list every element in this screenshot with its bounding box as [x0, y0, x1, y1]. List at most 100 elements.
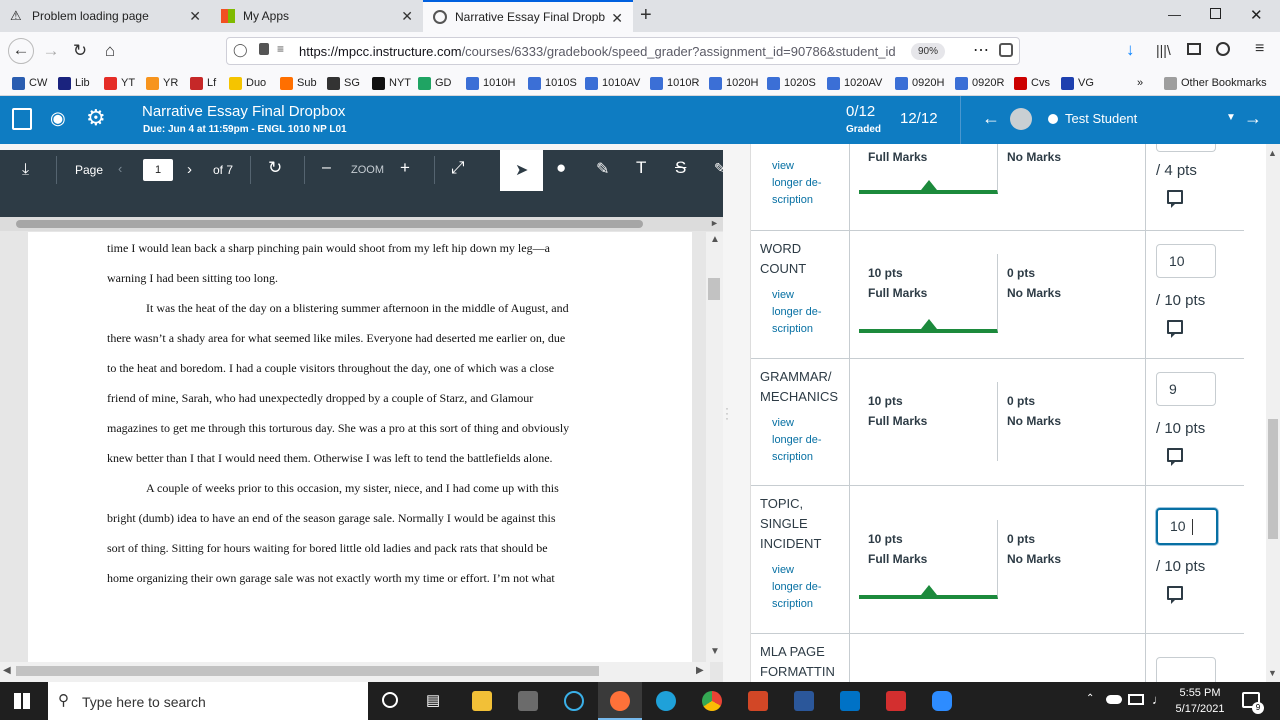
acrobat-icon[interactable] — [886, 691, 906, 711]
score-input[interactable] — [1156, 144, 1216, 152]
url-text[interactable]: https://mpcc.instructure.com/courses/633… — [299, 44, 899, 59]
select-tool-button[interactable]: ➤ — [500, 150, 543, 191]
comment-icon[interactable] — [1167, 190, 1183, 208]
url-bar[interactable]: ◯ ≡ https://mpcc.instructure.com/courses… — [226, 37, 1020, 65]
bookmark-item[interactable]: 1010R — [650, 75, 699, 91]
bookmark-item[interactable]: CW — [12, 75, 47, 91]
network-icon[interactable] — [1128, 694, 1144, 705]
rating-no-marks[interactable]: 0 pts No Marks — [998, 520, 1137, 599]
tab-narrative-essay[interactable]: Narrative Essay Final Dropbox, ✕ — [423, 0, 633, 32]
scroll-thumb[interactable] — [1268, 419, 1278, 539]
windows-start-icon[interactable] — [14, 693, 30, 709]
outlook-icon[interactable] — [840, 691, 860, 711]
strikeout-icon[interactable]: S — [675, 158, 686, 178]
fullscreen-icon[interactable]: ⤢ — [451, 158, 465, 178]
page-number-input[interactable]: 1 — [143, 159, 173, 181]
zoom-out-icon[interactable]: – — [322, 159, 331, 177]
back-icon[interactable]: ← — [8, 38, 34, 64]
point-annotation-icon[interactable]: ● — [556, 158, 566, 178]
rubric-scrollbar[interactable]: ▲ ▼ — [1266, 144, 1280, 682]
zoom-in-icon[interactable]: + — [400, 158, 410, 178]
scroll-up-icon[interactable]: ▲ — [710, 234, 720, 245]
text-tool-icon[interactable]: T — [636, 158, 646, 178]
gradebook-icon[interactable] — [12, 108, 32, 130]
scroll-right-icon[interactable]: ► — [710, 218, 719, 228]
word-icon[interactable] — [794, 691, 814, 711]
scroll-left-icon[interactable]: ◀ — [3, 665, 11, 676]
doc-horizontal-scrollbar[interactable]: ◀ ▶ — [0, 662, 710, 682]
edge-icon[interactable] — [656, 691, 676, 711]
taskbar-search[interactable]: ⚲ Type here to search — [48, 682, 368, 720]
other-bookmarks[interactable]: Other Bookmarks — [1164, 75, 1267, 91]
close-tab-icon[interactable]: ✕ — [401, 8, 413, 25]
bookmark-item[interactable]: Lf — [190, 75, 216, 91]
menu-icon[interactable]: ≡ — [1255, 40, 1264, 58]
account-icon[interactable] — [1216, 42, 1230, 56]
forward-icon[interactable]: → — [40, 40, 62, 62]
restore-icon[interactable] — [1210, 8, 1221, 19]
bookmark-item[interactable]: 1020S — [767, 75, 816, 91]
volume-icon[interactable]: ♩ — [1152, 692, 1165, 707]
download-icon[interactable]: ⤓ — [22, 161, 29, 179]
comment-icon[interactable] — [1167, 448, 1183, 466]
zoom-badge[interactable]: 90% — [911, 43, 945, 60]
bookmark-item[interactable]: SG — [327, 75, 360, 91]
bookmark-item[interactable]: YR — [146, 75, 178, 91]
firefox-active[interactable] — [598, 682, 642, 720]
view-longer-description-link[interactable]: view longer de-scription — [772, 287, 822, 338]
bookmark-item[interactable]: VG — [1061, 75, 1094, 91]
bookmark-item[interactable]: Sub — [280, 75, 317, 91]
next-page-icon[interactable]: › — [187, 161, 192, 178]
rating-no-marks[interactable]: 0 pts No Marks — [998, 254, 1137, 333]
chrome-icon[interactable] — [702, 691, 722, 711]
lock-icon[interactable] — [259, 43, 269, 55]
scroll-thumb[interactable] — [16, 666, 599, 676]
bookmark-item[interactable]: YT — [104, 75, 135, 91]
rotate-icon[interactable]: ↻ — [268, 158, 282, 178]
reload-icon[interactable]: ↻ — [69, 40, 91, 62]
app-icon[interactable] — [564, 691, 584, 711]
comment-icon[interactable] — [1167, 320, 1183, 338]
comment-icon[interactable] — [1167, 586, 1183, 604]
pocket-icon[interactable] — [999, 43, 1013, 57]
bookmark-item[interactable]: GD — [418, 75, 452, 91]
permissions-icon[interactable]: ≡ — [277, 42, 284, 56]
new-tab-icon[interactable]: + — [640, 4, 652, 27]
bookmark-item[interactable]: NYT — [372, 75, 411, 91]
file-explorer-icon[interactable] — [472, 691, 492, 711]
cortana-icon[interactable] — [382, 692, 398, 708]
shield-icon[interactable]: ◯ — [233, 42, 248, 58]
eye-icon[interactable]: ◉ — [50, 108, 66, 129]
rating-no-marks[interactable]: 0 pts No Marks — [998, 382, 1137, 461]
bookmark-item[interactable]: Cvs — [1014, 75, 1050, 91]
more-actions-icon[interactable]: ⋯ — [973, 40, 989, 60]
view-longer-description-link[interactable]: view longer de-scription — [772, 415, 822, 466]
tray-chevron-icon[interactable]: ⌃ — [1086, 693, 1094, 704]
view-longer-description-link[interactable]: view longer de-scription — [772, 562, 822, 613]
downloads-icon[interactable]: ↓ — [1126, 40, 1135, 60]
doc-vertical-scrollbar[interactable]: ▲ ▼ — [706, 232, 723, 662]
rating-full-marks[interactable]: Full Marks — [859, 144, 998, 194]
close-tab-icon[interactable]: ✕ — [189, 8, 201, 25]
zoom-icon[interactable] — [932, 691, 952, 711]
rating-full-marks[interactable]: 10 pts Full Marks — [859, 382, 998, 461]
tab-my-apps[interactable]: My Apps ✕ — [211, 0, 423, 32]
powerpoint-icon[interactable] — [748, 691, 768, 711]
scroll-thumb[interactable] — [708, 278, 720, 300]
library-icon[interactable]: |||\ — [1156, 42, 1171, 58]
bookmark-item[interactable]: 0920H — [895, 75, 944, 91]
score-input[interactable]: 10 — [1156, 508, 1218, 545]
bookmark-item[interactable]: 1020H — [709, 75, 758, 91]
gear-icon[interactable]: ⚙ — [86, 105, 106, 131]
rating-full-marks[interactable]: 10 pts Full Marks — [859, 520, 998, 599]
app-icon[interactable] — [518, 691, 538, 711]
assignment-title[interactable]: Narrative Essay Final Dropbox — [142, 103, 345, 120]
scroll-right-icon[interactable]: ▶ — [696, 665, 704, 676]
taskbar-clock[interactable]: 5:55 PM 5/17/2021 — [1172, 685, 1228, 717]
home-icon[interactable]: ⌂ — [99, 40, 121, 62]
next-student-icon[interactable]: → — [1244, 108, 1262, 129]
tab-problem-loading[interactable]: ⚠ Problem loading page ✕ — [0, 0, 211, 32]
rating-no-marks[interactable]: No Marks — [998, 144, 1137, 194]
minimize-icon[interactable]: — — [1168, 7, 1181, 22]
previous-student-icon[interactable]: ← — [982, 108, 1000, 129]
